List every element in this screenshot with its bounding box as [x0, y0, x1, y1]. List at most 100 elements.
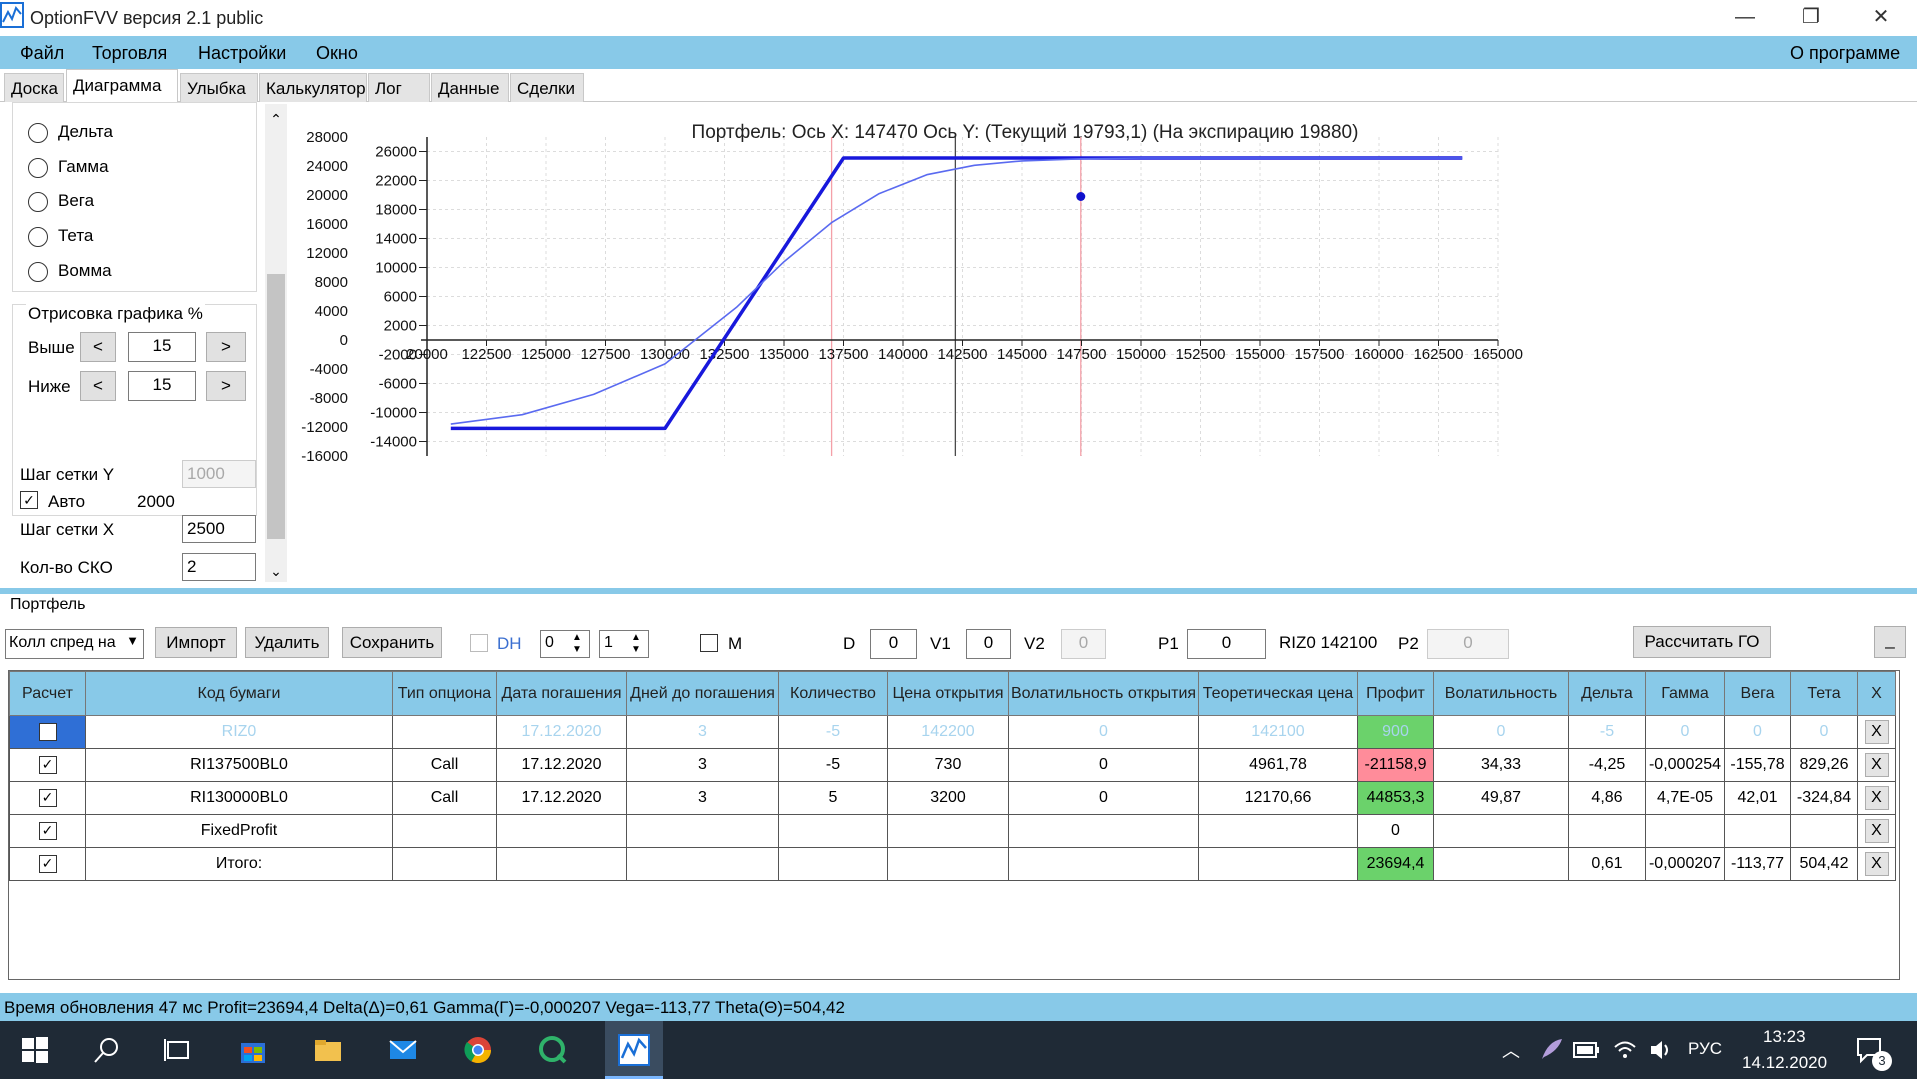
cell-calc[interactable]: ✓	[9, 781, 86, 815]
cell-calc[interactable]: ✓	[9, 847, 86, 881]
remove-row-button[interactable]: X	[1864, 753, 1889, 777]
row-checkbox[interactable]: ✓	[38, 788, 57, 807]
save-button[interactable]: Сохранить	[342, 627, 442, 658]
remove-row-button[interactable]: X	[1864, 852, 1889, 876]
row-checkbox[interactable]	[38, 722, 57, 741]
d-input[interactable]: 0	[870, 629, 917, 659]
v1-input[interactable]: 0	[966, 629, 1011, 659]
feather-tray-icon[interactable]	[1538, 1037, 1564, 1063]
col-header-expiry[interactable]: Дата погашения	[496, 671, 627, 716]
sko-input[interactable]: 2	[182, 553, 256, 581]
above-decrease-button[interactable]: <	[80, 332, 116, 362]
tab-diagram[interactable]: Диаграмма	[66, 69, 178, 103]
col-header-calc[interactable]: Расчет	[9, 671, 86, 716]
tab-data[interactable]: Данные	[431, 73, 509, 102]
tray-expand-icon[interactable]: ︿	[1502, 1037, 1520, 1063]
radio-circle[interactable]	[28, 123, 48, 143]
radio-circle[interactable]	[28, 158, 48, 178]
above-input[interactable]: 15	[128, 332, 196, 362]
col-header-code[interactable]: Код бумаги	[85, 671, 393, 716]
grid-y-input[interactable]: 1000	[182, 460, 256, 488]
below-decrease-button[interactable]: <	[80, 371, 116, 401]
table-row[interactable]: ✓ RI130000BL0 Call 17.12.2020 3 5 3200 0 12170,6…	[9, 781, 1896, 815]
remove-row-button[interactable]: X	[1864, 720, 1889, 744]
row-checkbox[interactable]: ✓	[38, 755, 57, 774]
below-increase-button[interactable]: >	[206, 371, 246, 401]
optionfvv-taskbar-button[interactable]	[605, 1021, 663, 1079]
delete-button[interactable]: Удалить	[245, 627, 329, 658]
strategy-select[interactable]: Колл спред на ▼	[5, 629, 144, 659]
table-row[interactable]: ✓ RI137500BL0 Call 17.12.2020 3 -5 730 0 4961,78…	[9, 748, 1896, 782]
spin1-arrows-icon[interactable]: ▲ ▼	[572, 632, 582, 656]
menu-window[interactable]: Окно	[316, 43, 358, 64]
cell-calc[interactable]: ✓	[9, 814, 86, 848]
close-button[interactable]: ✕	[1846, 0, 1916, 36]
language-indicator[interactable]: РУС	[1688, 1039, 1722, 1059]
col-header-days[interactable]: Дней до погашения	[626, 671, 779, 716]
file-explorer-icon[interactable]	[313, 1035, 343, 1065]
col-header-vega[interactable]: Вега	[1724, 671, 1791, 716]
col-header-open-price[interactable]: Цена открытия	[887, 671, 1009, 716]
col-header-gamma[interactable]: Гамма	[1645, 671, 1725, 716]
spin2-input[interactable]: 1	[599, 630, 649, 658]
remove-row-button[interactable]: X	[1864, 819, 1889, 843]
p1-input[interactable]: 0	[1187, 629, 1266, 659]
volume-icon[interactable]	[1648, 1037, 1674, 1063]
v2-input[interactable]: 0	[1061, 629, 1106, 659]
table-row[interactable]: RIZ0 17.12.2020 3 -5 142200 0 142100 900 0 -5 0 0 0 X	[9, 715, 1896, 749]
radio-circle[interactable]	[28, 227, 48, 247]
tab-smile[interactable]: Улыбка	[180, 73, 258, 102]
tab-board[interactable]: Доска	[4, 73, 64, 102]
col-header-type[interactable]: Тип опциона	[392, 671, 497, 716]
clock-time[interactable]: 13:23	[1763, 1027, 1806, 1047]
cell-calc[interactable]: ✓	[9, 748, 86, 782]
spin2-arrows-icon[interactable]: ▲ ▼	[631, 632, 641, 656]
minimize-button[interactable]: —	[1710, 0, 1780, 36]
p2-input[interactable]: 0	[1427, 629, 1509, 659]
remove-row-button[interactable]: X	[1864, 786, 1889, 810]
scroll-up-icon[interactable]: ⌃	[267, 112, 285, 126]
import-button[interactable]: Импорт	[155, 627, 237, 658]
clock-date[interactable]: 14.12.2020	[1742, 1053, 1827, 1073]
task-view-icon[interactable]	[163, 1035, 193, 1065]
col-header-theta[interactable]: Тета	[1790, 671, 1858, 716]
col-header-delta[interactable]: Дельта	[1568, 671, 1646, 716]
m-checkbox[interactable]	[700, 634, 718, 652]
search-icon[interactable]	[92, 1035, 122, 1065]
col-header-theor-price[interactable]: Теоретическая цена	[1198, 671, 1358, 716]
calc-go-button[interactable]: Рассчитать ГО	[1633, 626, 1771, 658]
spin1-input[interactable]: 0	[540, 630, 590, 658]
dh-checkbox[interactable]	[470, 634, 488, 652]
chrome-icon[interactable]	[463, 1035, 493, 1065]
radio-circle[interactable]	[28, 192, 48, 212]
left-panel-scrollbar[interactable]: ⌃ ⌄	[265, 104, 287, 582]
qlik-icon[interactable]	[538, 1035, 568, 1065]
restore-button[interactable]: ❐	[1776, 0, 1846, 36]
radio-circle[interactable]	[28, 262, 48, 282]
col-header-qty[interactable]: Количество	[778, 671, 888, 716]
menu-trading[interactable]: Торговля	[92, 43, 167, 64]
auto-checkbox[interactable]: ✓	[20, 491, 38, 509]
wifi-icon[interactable]	[1612, 1037, 1638, 1063]
menu-about[interactable]: О программе	[1790, 43, 1900, 64]
above-increase-button[interactable]: >	[206, 332, 246, 362]
minimize-panel-button[interactable]: _	[1874, 626, 1906, 658]
grid-x-input[interactable]: 2500	[182, 515, 256, 543]
mail-icon[interactable]	[388, 1035, 418, 1065]
row-checkbox[interactable]: ✓	[38, 854, 57, 873]
table-row[interactable]: ✓ FixedProfit 0 X	[9, 814, 1896, 848]
col-header-vol[interactable]: Волатильность	[1433, 671, 1569, 716]
tab-deals[interactable]: Сделки	[510, 73, 584, 102]
cell-calc[interactable]	[9, 715, 86, 749]
col-header-open-vol[interactable]: Волатильность открытия	[1008, 671, 1199, 716]
below-input[interactable]: 15	[128, 371, 196, 401]
windows-start-icon[interactable]	[20, 1035, 50, 1065]
store-icon[interactable]	[238, 1035, 268, 1065]
scroll-thumb[interactable]	[267, 274, 285, 539]
battery-icon[interactable]	[1572, 1039, 1600, 1061]
row-checkbox[interactable]: ✓	[38, 821, 57, 840]
table-row[interactable]: ✓ Итого: 23694,4 0,61 -0,000207 -113,77 504,42…	[9, 847, 1896, 881]
tab-calculator[interactable]: Калькулятор	[259, 73, 367, 102]
tab-log[interactable]: Лог	[368, 73, 430, 102]
scroll-down-icon[interactable]: ⌄	[267, 564, 285, 578]
